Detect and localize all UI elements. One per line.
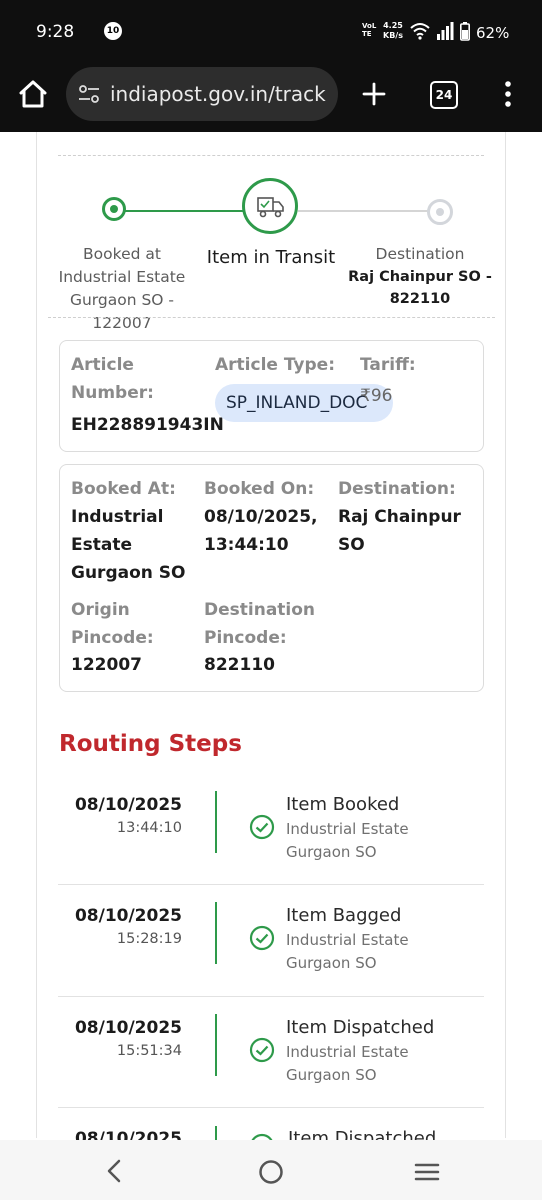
routing-step-separator bbox=[58, 996, 484, 997]
network-volte-indicator: VoLTE bbox=[362, 22, 377, 38]
tracker-step-transit-label: Item in Transit bbox=[206, 247, 336, 268]
routing-steps-title: Routing Steps bbox=[59, 731, 242, 757]
routing-step-time: 15:51:34 bbox=[116, 1043, 182, 1059]
routing-step-separator bbox=[58, 884, 484, 885]
routing-step-time: 15:28:19 bbox=[116, 931, 182, 947]
origin-pincode-value: 122007 bbox=[71, 655, 142, 675]
site-settings-icon[interactable] bbox=[78, 84, 100, 104]
routing-step-location: Industrial Estate Gurgaon SO bbox=[286, 931, 409, 972]
routing-step-time: 13:44:10 bbox=[116, 820, 182, 836]
divider bbox=[48, 317, 495, 318]
article-number-label: Article Number: bbox=[71, 355, 154, 403]
recent-apps-icon[interactable] bbox=[414, 1162, 440, 1182]
article-type-value: SP_INLAND_DOC bbox=[226, 393, 368, 413]
tariff-label: Tariff: bbox=[360, 355, 416, 375]
routing-timeline-line bbox=[215, 1014, 217, 1076]
page-frame-left bbox=[36, 132, 37, 1138]
network-speed: 4.25 KB/s bbox=[383, 21, 403, 40]
new-tab-icon[interactable] bbox=[362, 82, 386, 106]
routing-step-event: Item Bagged bbox=[286, 905, 402, 926]
tracker-step-transit-dot bbox=[242, 178, 298, 234]
booked-on-label: Booked On: bbox=[204, 479, 315, 499]
routing-step-event: Item Dispatched bbox=[286, 1017, 435, 1038]
routing-step-event: Item Booked bbox=[286, 794, 400, 815]
tracker-step-destination-dot bbox=[427, 199, 453, 225]
destination-pincode-label: Destination Pincode: bbox=[204, 600, 316, 648]
battery-percent: 62% bbox=[476, 24, 510, 42]
booked-at-label: Booked At: bbox=[71, 479, 176, 499]
check-circle-icon bbox=[249, 814, 275, 840]
tracker-destination-value: Raj Chainpur SO - 822110 bbox=[348, 269, 492, 307]
notification-badge: 10 bbox=[104, 22, 122, 40]
home-circle-icon[interactable] bbox=[258, 1159, 284, 1185]
check-circle-icon bbox=[249, 925, 275, 951]
tariff-value: ₹96 bbox=[360, 386, 393, 406]
wifi-icon bbox=[410, 23, 430, 40]
destination-value: Raj Chainpur SO bbox=[338, 507, 461, 555]
battery-icon bbox=[460, 22, 470, 41]
routing-step-location: Industrial Estate Gurgaon SO bbox=[286, 1043, 409, 1084]
home-icon[interactable] bbox=[18, 80, 48, 108]
back-icon[interactable] bbox=[105, 1159, 123, 1183]
article-number-value: EH228891943IN bbox=[71, 415, 224, 435]
booked-on-value: 08/10/2025, 13:44:10 bbox=[204, 507, 318, 555]
booked-at-value: Industrial Estate Gurgaon SO bbox=[71, 507, 186, 583]
url-text[interactable]: indiapost.gov.in/track bbox=[110, 82, 326, 106]
destination-label: Destination: bbox=[338, 479, 456, 499]
routing-timeline-line bbox=[215, 791, 217, 853]
origin-pincode-label: Origin Pincode: bbox=[71, 600, 154, 648]
article-type-label: Article Type: bbox=[215, 355, 336, 375]
status-time: 9:28 bbox=[36, 22, 75, 42]
routing-step-separator bbox=[58, 1107, 484, 1108]
more-options-icon[interactable] bbox=[504, 81, 512, 107]
tab-switcher-button[interactable]: 24 bbox=[430, 81, 458, 109]
routing-step-date: 08/10/2025 bbox=[74, 795, 182, 815]
routing-step-date: 08/10/2025 bbox=[74, 1018, 182, 1038]
delivery-truck-icon bbox=[257, 197, 284, 218]
routing-step-location: Industrial Estate Gurgaon SO bbox=[286, 820, 409, 861]
destination-pincode-value: 822110 bbox=[204, 655, 275, 675]
tracker-pending-line bbox=[298, 210, 428, 212]
tracker-step-booked-label: Booked at Industrial Estate Gurgaon SO -… bbox=[58, 245, 186, 332]
routing-timeline-line bbox=[215, 902, 217, 964]
routing-timeline-line bbox=[215, 1126, 217, 1140]
routing-step-date: 08/10/2025 bbox=[74, 906, 182, 926]
tracker-step-booked-dot bbox=[102, 197, 126, 221]
tracker-progress-line bbox=[116, 210, 252, 212]
tracker-step-destination-label: Destination bbox=[375, 245, 465, 263]
divider bbox=[58, 155, 484, 156]
signal-icon bbox=[437, 22, 454, 40]
page-frame-right bbox=[505, 132, 506, 1138]
check-circle-icon bbox=[249, 1037, 275, 1063]
